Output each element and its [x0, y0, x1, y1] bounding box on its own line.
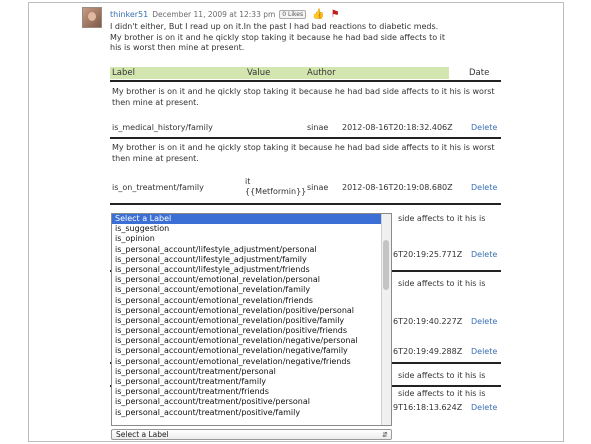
dropdown-option[interactable]: is_personal_account/lifestyle_adjustment…	[112, 265, 391, 275]
delete-link[interactable]: Delete	[471, 250, 497, 259]
dropdown-option[interactable]: is_personal_account/treatment/friends	[112, 387, 391, 397]
select-value: Select a Label	[116, 430, 169, 439]
row-date-fragment: 6T20:19:25.771Z	[393, 250, 463, 259]
header-author: Author	[307, 68, 336, 78]
dropdown-option[interactable]: is_personal_account/treatment/positive/f…	[112, 408, 391, 418]
dropdown-option[interactable]: is_personal_account/emotional_revelation…	[112, 316, 391, 326]
divider	[110, 203, 501, 205]
row-text-fragment: side affects to it his is	[398, 389, 486, 398]
dropdown-option[interactable]: Select a Label	[112, 214, 391, 225]
row-text: My brother is on it and he qickly stop t…	[112, 143, 495, 163]
header-value: Value	[247, 68, 271, 78]
header-label: Label	[112, 68, 135, 78]
dropdown-option[interactable]: is_personal_account/emotional_revelation…	[112, 346, 391, 356]
divider	[110, 80, 501, 82]
row-label: is_medical_history/family	[112, 123, 213, 132]
row-text-fragment: side affects to it his is	[398, 371, 486, 380]
row-text: My brother is on it and he qickly stop t…	[112, 87, 495, 107]
delete-link[interactable]: Delete	[471, 317, 497, 326]
dropdown-option[interactable]: is_personal_account/treatment/positive/p…	[112, 397, 391, 407]
username-link[interactable]: thinker51	[110, 10, 148, 19]
dropdown-option[interactable]: is_suggestion	[112, 224, 391, 234]
post-meta: thinker51 December 11, 2009 at 12:33 pm …	[110, 7, 346, 21]
chevron-updown-icon: ⇵	[382, 431, 388, 439]
row-text-fragment: side affects to it his is	[398, 279, 486, 288]
dropdown-option[interactable]: is_personal_account/emotional_revelation…	[112, 296, 391, 306]
scrollbar-thumb[interactable]	[383, 240, 389, 290]
table-header: Label Value Author Date	[110, 67, 501, 79]
dropdown-scrollbar[interactable]	[381, 214, 391, 425]
row-date: 2012-08-16T20:18:32.406Z	[342, 123, 453, 132]
flag-icon[interactable]: ⚑	[331, 9, 340, 20]
row-author: sinae	[307, 183, 329, 192]
row-label: is_on_treatment/family	[112, 183, 204, 192]
label-select[interactable]: Select a Label ⇵	[111, 429, 392, 440]
likes-badge[interactable]: 0 Likes	[279, 9, 307, 19]
divider	[110, 137, 501, 139]
table-header-background	[110, 67, 449, 79]
row-date: 2012-08-16T20:19:08.680Z	[342, 183, 453, 192]
dropdown-option[interactable]: is_personal_account/emotional_revelation…	[112, 285, 391, 295]
row-date-fragment: 6T20:19:40.227Z	[393, 317, 463, 326]
dropdown-option[interactable]: is_personal_account/emotional_revelation…	[112, 326, 391, 336]
post-date: December 11, 2009 at 12:33 pm	[152, 9, 276, 19]
delete-link[interactable]: Delete	[471, 123, 497, 132]
dropdown-option[interactable]: is_personal_account/emotional_revelation…	[112, 275, 391, 285]
dropdown-option[interactable]: is_personal_account/lifestyle_adjustment…	[112, 245, 391, 255]
header-date: Date	[469, 68, 490, 78]
dropdown-option[interactable]: is_personal_account/treatment/family	[112, 377, 391, 387]
comment-text: I didn't either, But I read up on it.In …	[110, 22, 446, 52]
row-value: it {{Metformin}}	[245, 177, 307, 196]
dropdown-option[interactable]: is_personal_account/emotional_revelation…	[112, 306, 391, 316]
avatar[interactable]	[82, 7, 102, 28]
row-date-fragment: 9T16:18:13.624Z	[393, 403, 463, 412]
label-dropdown-list[interactable]: Select a Label is_suggestion is_opinion …	[111, 213, 392, 426]
dropdown-option[interactable]: is_personal_account/treatment/personal	[112, 367, 391, 377]
row-author: sinae	[307, 123, 329, 132]
dropdown-option[interactable]: is_opinion	[112, 234, 391, 244]
delete-link[interactable]: Delete	[471, 183, 497, 192]
row-date-fragment: 6T20:19:49.288Z	[393, 347, 463, 356]
row-text-fragment: side affects to it his is	[398, 214, 486, 223]
delete-link[interactable]: Delete	[471, 347, 497, 356]
dropdown-option[interactable]: is_personal_account/lifestyle_adjustment…	[112, 255, 391, 265]
dropdown-option[interactable]: is_personal_account/emotional_revelation…	[112, 357, 391, 367]
delete-link[interactable]: Delete	[471, 403, 497, 412]
thumbs-up-icon[interactable]: 👍	[312, 9, 324, 20]
dropdown-option[interactable]: is_personal_account/emotional_revelation…	[112, 336, 391, 346]
